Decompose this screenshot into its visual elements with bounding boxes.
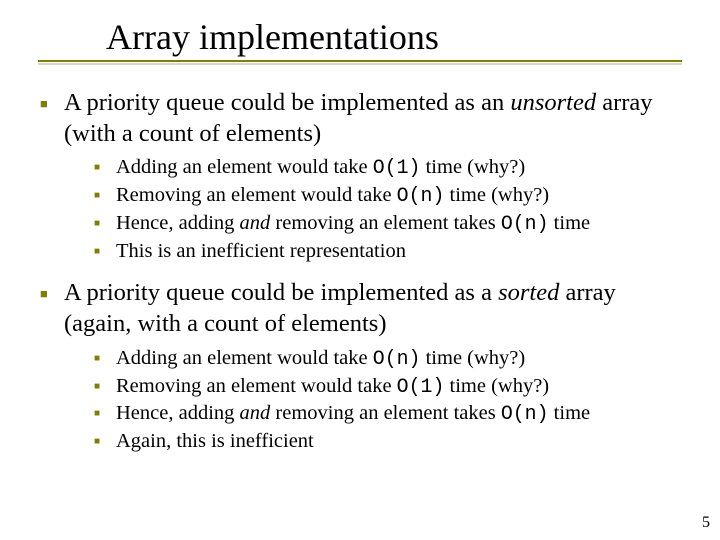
- text-segment: Hence, adding: [116, 402, 240, 424]
- text-segment: Adding an element would take: [116, 347, 373, 369]
- text-segment: time: [549, 402, 591, 424]
- square-bullet-icon: ■: [40, 88, 64, 118]
- code: O(n): [373, 347, 421, 370]
- bullet-text: Adding an element would take O(1) time (…: [116, 155, 525, 181]
- text-segment: A priority queue could be implemented as…: [64, 279, 498, 306]
- text-segment: Removing an element would take: [116, 375, 397, 397]
- bullet-level1: ■ A priority queue could be implemented …: [40, 278, 680, 339]
- bullet-text: Hence, adding and removing an element ta…: [116, 401, 590, 427]
- emphasis: and: [240, 212, 271, 234]
- code: O(n): [501, 212, 549, 235]
- emphasis: and: [240, 402, 271, 424]
- square-bullet-icon: ■: [94, 183, 116, 207]
- bullet-level2: ■ Adding an element would take O(1) time…: [94, 155, 680, 181]
- text-segment: time: [549, 212, 591, 234]
- square-bullet-icon: ■: [94, 401, 116, 425]
- square-bullet-icon: ■: [94, 429, 116, 453]
- bullet-text: A priority queue could be implemented as…: [64, 278, 680, 339]
- bullet-level2: ■ Again, this is inefficient: [94, 429, 680, 455]
- code: O(1): [373, 156, 421, 179]
- text-segment: time (why?): [444, 184, 549, 206]
- slide: Array implementations ■ A priority queue…: [0, 0, 720, 540]
- bullet-level2: ■ Adding an element would take O(n) time…: [94, 346, 680, 372]
- bullet-text: A priority queue could be implemented as…: [64, 88, 680, 149]
- code: O(1): [397, 375, 445, 398]
- title-wrap: Array implementations: [106, 18, 439, 58]
- bullet-level2: ■ Hence, adding and removing an element …: [94, 211, 680, 237]
- title-underline-shadow: [38, 63, 682, 65]
- code: O(n): [501, 402, 549, 425]
- text-segment: removing an element takes: [270, 212, 501, 234]
- slide-title: Array implementations: [106, 18, 439, 58]
- text-segment: Removing an element would take: [116, 184, 397, 206]
- bullet-level2: ■ Removing an element would take O(1) ti…: [94, 374, 680, 400]
- bullet-level2: ■ Hence, adding and removing an element …: [94, 401, 680, 427]
- text-segment: time (why?): [420, 347, 525, 369]
- text-segment: This is an inefficient representation: [116, 240, 406, 262]
- emphasis: sorted: [498, 279, 559, 306]
- bullet-level2: ■ This is an inefficient representation: [94, 239, 680, 265]
- sub-list: ■ Adding an element would take O(n) time…: [94, 346, 680, 455]
- title-underline: [38, 60, 682, 62]
- bullet-text: Removing an element would take O(1) time…: [116, 374, 549, 400]
- slide-content: ■ A priority queue could be implemented …: [40, 88, 680, 469]
- bullet-level2: ■ Removing an element would take O(n) ti…: [94, 183, 680, 209]
- square-bullet-icon: ■: [94, 211, 116, 235]
- text-segment: Again, this is inefficient: [116, 430, 314, 452]
- bullet-text: Adding an element would take O(n) time (…: [116, 346, 525, 372]
- text-segment: removing an element takes: [270, 402, 501, 424]
- text-segment: time (why?): [420, 156, 525, 178]
- page-number: 5: [702, 514, 710, 532]
- text-segment: Hence, adding: [116, 212, 240, 234]
- bullet-text: Removing an element would take O(n) time…: [116, 183, 549, 209]
- bullet-level1: ■ A priority queue could be implemented …: [40, 88, 680, 149]
- square-bullet-icon: ■: [94, 155, 116, 179]
- square-bullet-icon: ■: [94, 239, 116, 263]
- square-bullet-icon: ■: [94, 374, 116, 398]
- bullet-text: Hence, adding and removing an element ta…: [116, 211, 590, 237]
- bullet-text: Again, this is inefficient: [116, 429, 314, 455]
- square-bullet-icon: ■: [40, 278, 64, 308]
- text-segment: A priority queue could be implemented as…: [64, 89, 510, 116]
- text-segment: Adding an element would take: [116, 156, 373, 178]
- square-bullet-icon: ■: [94, 346, 116, 370]
- text-segment: time (why?): [444, 375, 549, 397]
- emphasis: unsorted: [510, 89, 596, 116]
- code: O(n): [397, 184, 445, 207]
- sub-list: ■ Adding an element would take O(1) time…: [94, 155, 680, 264]
- bullet-text: This is an inefficient representation: [116, 239, 406, 265]
